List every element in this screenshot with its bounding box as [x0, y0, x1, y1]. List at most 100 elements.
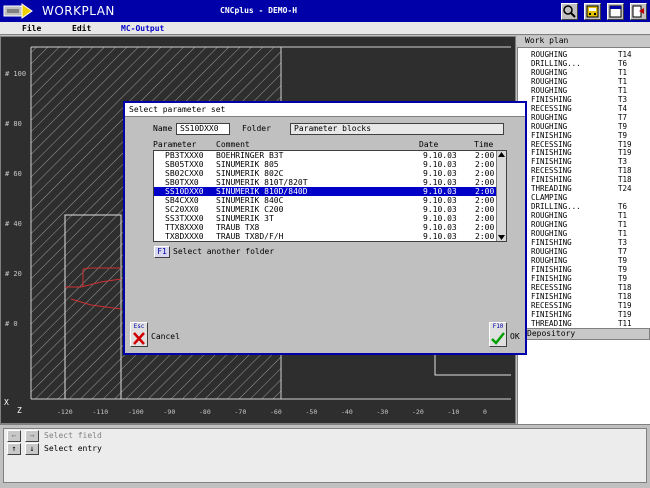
folder-field[interactable]: Parameter blocks — [290, 123, 504, 135]
x-tick-label: -50 — [306, 408, 318, 416]
parameter-row-date: 9.10.03 — [423, 169, 457, 178]
x-tick-label: -70 — [235, 408, 247, 416]
parameter-row[interactable]: SB4CXX0 SINUMERIK 840C 9.10.03 2:00 — [154, 196, 496, 205]
menu-edit[interactable]: Edit — [72, 24, 91, 33]
work-plan-item-name: FINISHING — [531, 237, 572, 247]
name-field[interactable]: SS10DXX0 — [176, 123, 230, 135]
work-plan-item[interactable]: ROUGHING T1 — [531, 220, 641, 229]
work-plan-item-tool: T19 — [618, 139, 632, 149]
work-plan-item[interactable]: RECESSING T19 — [531, 301, 641, 310]
work-plan-item-name: THREADING — [531, 318, 572, 328]
parameter-row-time: 2:00 — [475, 196, 495, 205]
work-plan-item[interactable]: ROUGHING T1 — [531, 77, 641, 86]
parameter-row[interactable]: PB3TXXX0 BOEHRINGER B3T 9.10.03 2:00 — [154, 151, 496, 160]
calculator-icon[interactable] — [584, 3, 601, 20]
parameter-row[interactable]: SB0TXX0 SINUMERIK 810T/820T 9.10.03 2:00 — [154, 178, 496, 187]
depository-header: Depository — [524, 328, 650, 340]
work-plan-item-name: ROUGHING — [531, 121, 568, 131]
work-plan-item[interactable]: ROUGHING T7 — [531, 113, 641, 122]
check-icon — [491, 332, 505, 345]
work-plan-item[interactable]: CLAMPING — [531, 193, 641, 202]
work-plan-item-tool: T1 — [618, 220, 628, 230]
folder-label: Folder — [242, 124, 271, 133]
work-plan-item-name: FINISHING — [531, 273, 572, 283]
work-plan-item[interactable]: FINISHING T3 — [531, 157, 641, 166]
work-plan-item[interactable]: THREADING T11 — [531, 319, 641, 328]
parameter-row-date: 9.10.03 — [423, 223, 457, 232]
parameter-row-time: 2:00 — [475, 232, 495, 241]
work-plan-item[interactable]: FINISHING T19 — [531, 310, 641, 319]
cancel-button[interactable]: Esc — [130, 322, 148, 347]
work-plan-item[interactable]: ROUGHING T1 — [531, 86, 641, 95]
list-scrollbar[interactable] — [496, 151, 506, 241]
arrow-right-icon: → — [25, 430, 39, 442]
arrow-left-icon: ← — [7, 430, 21, 442]
ok-button[interactable]: F10 — [489, 322, 507, 347]
parameter-row-param: TTX8XXX0 — [165, 223, 204, 232]
work-plan-item-tool: T9 — [618, 264, 628, 274]
work-plan-item-tool: T1 — [618, 85, 628, 95]
work-plan-item[interactable]: FINISHING T9 — [531, 131, 641, 140]
work-plan-item[interactable]: RECESSING T19 — [531, 140, 641, 149]
x-tick-label: -110 — [93, 408, 109, 416]
cross-icon — [133, 332, 145, 345]
work-plan-item[interactable]: DRILLING... T6 — [531, 59, 641, 68]
work-plan-item[interactable]: FINISHING T9 — [531, 265, 641, 274]
work-plan-item[interactable]: ROUGHING T1 — [531, 211, 641, 220]
work-plan-item[interactable]: RECESSING T4 — [531, 104, 641, 113]
arrow-down-icon: ↓ — [25, 443, 39, 455]
work-plan-item-tool: T3 — [618, 157, 628, 167]
parameter-row[interactable]: SS10DXX0 SINUMERIK 810D/840D 9.10.03 2:00 — [154, 187, 496, 196]
work-plan-item[interactable]: FINISHING T3 — [531, 238, 641, 247]
work-plan-item[interactable]: ROUGHING T14 — [531, 50, 641, 59]
work-plan-item-name: RECESSING — [531, 300, 572, 310]
parameter-row-comment: SINUMERIK 802C — [216, 169, 284, 178]
menu-mc-output[interactable]: MC-Output — [121, 24, 164, 33]
parameter-row[interactable]: SC20XX0 SINUMERIK C200 9.10.03 2:00 — [154, 205, 496, 214]
column-time: Time — [474, 140, 494, 149]
work-plan-item[interactable]: RECESSING T18 — [531, 283, 641, 292]
parameter-row[interactable]: SB05TXX0 SINUMERIK 805 9.10.03 2:00 — [154, 160, 496, 169]
work-plan-item-tool: T6 — [618, 58, 628, 68]
work-plan-item[interactable]: THREADING T24 — [531, 184, 641, 193]
f1-key[interactable]: F1 — [154, 246, 170, 258]
x-tick-label: -60 — [270, 408, 282, 416]
work-plan-item-name: FINISHING — [531, 175, 572, 185]
window-icon[interactable] — [607, 3, 624, 20]
parameter-row-comment: TRAUB TX8D/F/H — [216, 232, 284, 241]
parameter-row[interactable]: TTX8XXX0 TRAUB TX8 9.10.03 2:00 — [154, 223, 496, 232]
work-plan-item-name: ROUGHING — [531, 112, 568, 122]
search-icon[interactable] — [561, 3, 578, 20]
work-plan-item[interactable]: FINISHING T9 — [531, 274, 641, 283]
work-plan-item-tool: T1 — [618, 76, 628, 86]
work-plan-item[interactable]: ROUGHING T1 — [531, 68, 641, 77]
work-plan-item-tool: T24 — [618, 184, 632, 194]
x-tick-label: 0 — [483, 408, 487, 416]
parameter-row-date: 9.10.03 — [423, 178, 457, 187]
work-plan-item-tool: T3 — [618, 94, 628, 104]
y-tick-label: # 100 — [5, 70, 26, 78]
work-plan-item[interactable]: FINISHING T3 — [531, 95, 641, 104]
parameter-row-date: 9.10.03 — [423, 205, 457, 214]
name-label: Name — [153, 124, 173, 133]
parameter-row-date: 9.10.03 — [423, 151, 457, 160]
exit-icon[interactable] — [630, 3, 647, 20]
parameter-row[interactable]: TX8DXXX0 TRAUB TX8D/F/H 9.10.03 2:00 — [154, 232, 496, 241]
x-tick-label: -10 — [448, 408, 460, 416]
parameter-row[interactable]: SS3TXXX0 SINUMERIK 3T 9.10.03 2:00 — [154, 214, 496, 223]
work-plan-item[interactable]: ROUGHING T9 — [531, 256, 641, 265]
parameter-row[interactable]: SB02CXX0 SINUMERIK 802C 9.10.03 2:00 — [154, 169, 496, 178]
work-plan-item[interactable]: ROUGHING T9 — [531, 122, 641, 131]
menu-file[interactable]: File — [22, 24, 41, 33]
work-plan-item[interactable]: FINISHING T18 — [531, 175, 641, 184]
work-plan-item[interactable]: ROUGHING T7 — [531, 247, 641, 256]
column-comment: Comment — [216, 140, 250, 149]
work-plan-item[interactable]: ROUGHING T1 — [531, 229, 641, 238]
work-plan-item[interactable]: FINISHING T19 — [531, 148, 641, 157]
work-plan-item[interactable]: FINISHING T18 — [531, 292, 641, 301]
work-plan-item-name: FINISHING — [531, 130, 572, 140]
work-plan-item-tool: T6 — [618, 202, 628, 212]
parameter-row-param: SB05TXX0 — [165, 160, 204, 169]
work-plan-item[interactable]: DRILLING... T6 — [531, 202, 641, 211]
work-plan-item[interactable]: RECESSING T18 — [531, 166, 641, 175]
